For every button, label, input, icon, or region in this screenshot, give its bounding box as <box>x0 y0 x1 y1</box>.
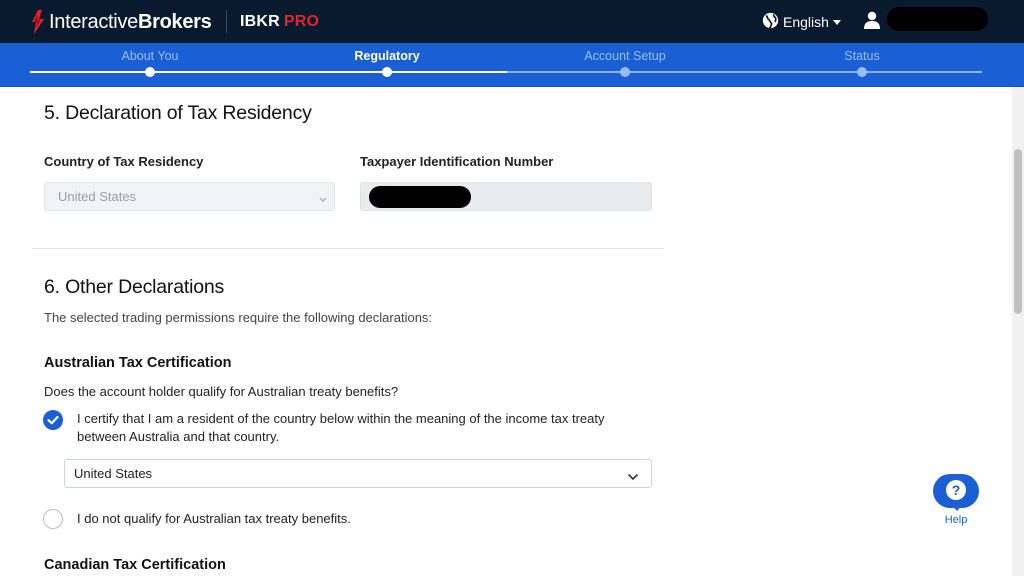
language-selector[interactable]: English <box>762 12 841 32</box>
australian-treaty-question: Does the account holder qualify for Aust… <box>44 384 399 399</box>
country-of-tax-residency-label: Country of Tax Residency <box>44 154 204 169</box>
user-icon[interactable] <box>864 11 880 34</box>
treaty-country-select[interactable]: United States <box>64 459 652 488</box>
certify-resident-radio[interactable] <box>43 410 63 430</box>
step-dot-status <box>857 67 867 77</box>
product-name: IBKR PRO <box>240 13 320 30</box>
scrollbar-thumb[interactable] <box>1014 149 1022 314</box>
not-qualify-label[interactable]: I do not qualify for Australian tax trea… <box>77 510 351 528</box>
country-of-tax-residency-value: United States <box>58 189 137 204</box>
chevron-down-icon <box>318 192 328 207</box>
interactive-brokers-logo[interactable]: InteractiveBrokers <box>30 9 212 35</box>
step-account-setup: Account Setup <box>584 49 666 63</box>
tin-label: Taxpayer Identification Number <box>360 154 554 169</box>
language-label: English <box>783 14 829 30</box>
step-status: Status <box>844 49 880 63</box>
section-heading-tax-residency: 5. Declaration of Tax Residency <box>44 102 312 124</box>
other-declarations-description: The selected trading permissions require… <box>44 310 433 325</box>
tin-value-redacted <box>369 186 471 208</box>
certify-resident-label-line1: I certify that I am a resident of the co… <box>77 411 605 426</box>
not-qualify-radio[interactable] <box>43 509 63 529</box>
tin-input[interactable] <box>360 182 652 211</box>
chevron-down-icon <box>627 469 639 484</box>
header-divider <box>226 10 227 33</box>
globe-icon <box>762 12 783 32</box>
step-regulatory[interactable]: Regulatory <box>354 49 419 63</box>
ib-flame-icon <box>30 10 46 34</box>
page-scrollbar[interactable] <box>1012 87 1024 576</box>
checkmark-icon <box>43 415 63 434</box>
section-heading-other-declarations: 6. Other Declarations <box>44 276 225 298</box>
progress-line-remaining <box>507 71 982 73</box>
logo-text: InteractiveBrokers <box>49 10 212 33</box>
caret-down-icon <box>832 19 841 25</box>
canadian-tax-certification-heading: Canadian Tax Certification <box>44 557 226 573</box>
treaty-country-value: United States <box>74 466 153 481</box>
country-of-tax-residency-select: United States <box>44 182 335 211</box>
help-label: Help <box>944 514 968 526</box>
certify-resident-label-line2: between Australia and that country. <box>77 429 280 444</box>
help-button[interactable]: ? Help <box>932 474 980 528</box>
step-dot-about-you <box>145 67 155 77</box>
progress-line-completed <box>30 71 507 73</box>
step-dot-regulatory <box>382 67 392 77</box>
certify-resident-label[interactable]: I certify that I am a resident of the co… <box>77 410 605 446</box>
section-divider <box>32 248 664 249</box>
user-name-redacted[interactable] <box>887 7 988 31</box>
step-about-you[interactable]: About You <box>121 49 178 63</box>
australian-tax-certification-heading: Australian Tax Certification <box>44 355 232 371</box>
step-dot-account-setup <box>620 67 630 77</box>
help-bubble-tail <box>951 504 963 511</box>
top-header: InteractiveBrokers IBKR PRO English <box>0 0 1024 43</box>
question-mark-icon: ? <box>946 480 966 500</box>
